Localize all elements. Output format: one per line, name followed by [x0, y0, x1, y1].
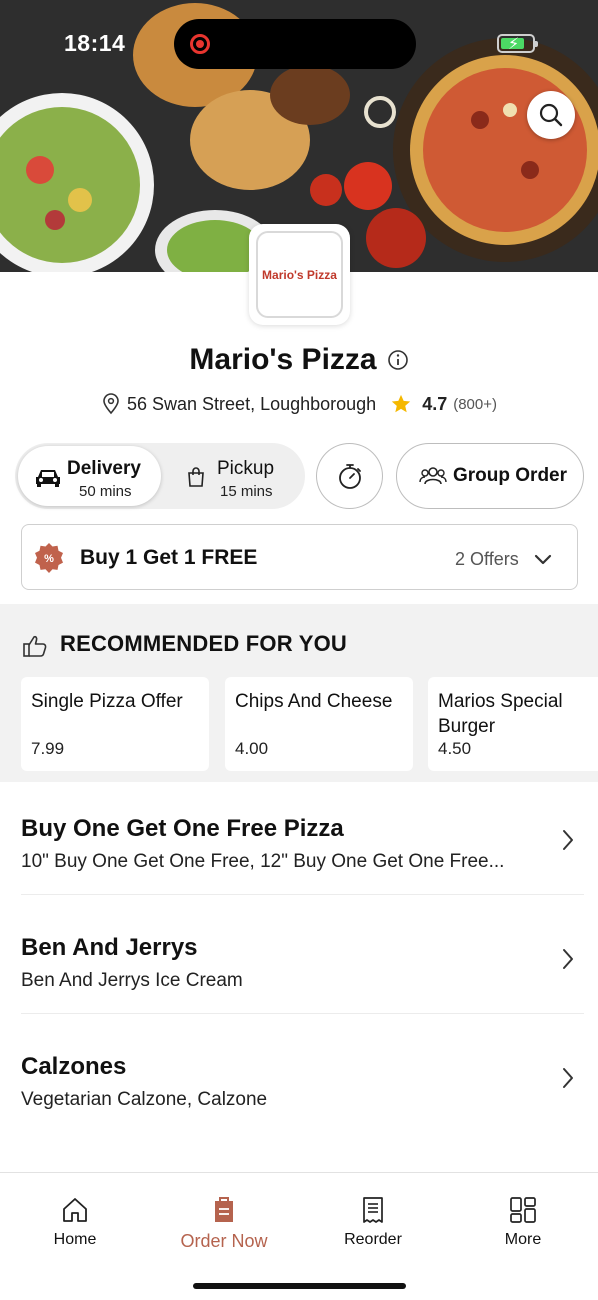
category-subtitle: Ben And Jerrys Ice Cream: [21, 970, 243, 991]
search-icon: [539, 103, 563, 127]
nav-more-label: More: [504, 1231, 542, 1248]
dynamic-island: [174, 19, 416, 69]
recording-icon: [190, 34, 210, 54]
delivery-label: Delivery: [67, 458, 141, 479]
info-icon[interactable]: [387, 349, 409, 371]
group-icon: [419, 467, 447, 485]
receipt-icon: [363, 1197, 383, 1223]
bottom-nav: Home Order Now Reorder More: [0, 1172, 598, 1300]
pickup-label: Pickup: [217, 458, 275, 479]
restaurant-header: Mario's Pizza: [0, 340, 598, 380]
order-mode-toggle: Delivery 50 mins Pickup 15 mins: [15, 443, 305, 509]
recommended-item-price: 4.50: [438, 739, 472, 758]
recommended-item-price: 7.99: [31, 739, 65, 758]
recommended-card[interactable]: Chips And Cheese 4.00: [225, 677, 413, 771]
bag-icon: [188, 467, 204, 487]
group-order-label: Group Order: [453, 465, 568, 486]
star-icon: [392, 394, 411, 413]
pickup-time: 15 mins: [220, 483, 273, 500]
group-order-button[interactable]: Group Order: [396, 443, 584, 509]
category-subtitle: Vegetarian Calzone, Calzone: [21, 1089, 268, 1110]
recommended-card[interactable]: Single Pizza Offer 7.99: [21, 677, 209, 771]
pickup-option[interactable]: Pickup 15 mins: [163, 446, 302, 506]
delivery-time: 50 mins: [79, 483, 132, 500]
stopwatch-icon: [339, 464, 361, 489]
recommended-item-price: 4.00: [235, 739, 269, 758]
chevron-right-icon: [563, 1068, 573, 1088]
restaurant-address: 56 Swan Street, Loughborough: [127, 393, 377, 414]
nav-home[interactable]: Home: [15, 1195, 135, 1265]
rating-value: 4.7: [422, 393, 448, 414]
restaurant-logo: Mario's Pizza: [249, 224, 350, 325]
nav-reorder[interactable]: Reorder: [313, 1195, 433, 1265]
battery-icon: ⚡: [497, 34, 538, 53]
logo-text: Mario's Pizza: [262, 267, 337, 282]
grid-icon: [510, 1197, 536, 1223]
search-button[interactable]: [527, 91, 575, 139]
recommended-heading: RECOMMENDED FOR YOU: [60, 631, 347, 656]
home-indicator: [193, 1283, 406, 1289]
thumbs-up-icon: [23, 635, 47, 657]
status-time: 18:14: [64, 30, 126, 56]
car-icon: [36, 470, 60, 487]
rating-count: (800+): [453, 395, 497, 413]
restaurant-name: Mario's Pizza: [189, 343, 377, 376]
chevron-down-icon: [534, 554, 552, 565]
discount-badge-icon: %: [35, 543, 63, 573]
category-row[interactable]: Ben And Jerrys Ben And Jerrys Ice Cream: [21, 904, 584, 1014]
address-row: 56 Swan Street, Loughborough 4.7 (800+): [0, 390, 598, 418]
recommended-item-name: Single Pizza Offer: [31, 691, 183, 712]
svg-text:%: %: [44, 553, 54, 565]
nav-home-label: Home: [53, 1231, 97, 1248]
offer-count: 2 Offers: [455, 549, 519, 569]
recommended-card[interactable]: Marios Special Burger 4.50: [428, 677, 598, 771]
chevron-right-icon: [563, 830, 573, 850]
category-row[interactable]: Calzones Vegetarian Calzone, Calzone: [21, 1023, 584, 1133]
nav-order-now[interactable]: Order Now: [164, 1195, 284, 1265]
home-icon: [63, 1198, 87, 1222]
chevron-right-icon: [563, 949, 573, 969]
category-title: Calzones: [21, 1053, 127, 1080]
schedule-button[interactable]: [316, 443, 383, 509]
recommended-section: RECOMMENDED FOR YOU Single Pizza Offer 7…: [0, 604, 598, 782]
recommended-item-name: Chips And Cheese: [235, 691, 393, 712]
category-subtitle: 10" Buy One Get One Free, 12" Buy One Ge…: [21, 851, 505, 872]
category-title: Ben And Jerrys: [21, 934, 198, 961]
nav-reorder-label: Reorder: [344, 1231, 402, 1248]
nav-more[interactable]: More: [463, 1195, 583, 1265]
nav-order-now-label: Order Now: [180, 1231, 268, 1251]
category-title: Buy One Get One Free Pizza: [21, 815, 344, 842]
category-row[interactable]: Buy One Get One Free Pizza 10" Buy One G…: [21, 785, 584, 895]
recommended-item-name: Marios Special Burger: [438, 691, 563, 737]
order-icon: [215, 1197, 233, 1222]
offers-bar[interactable]: % Buy 1 Get 1 FREE 2 Offers: [21, 524, 578, 590]
delivery-option[interactable]: Delivery 50 mins: [18, 446, 161, 506]
offer-title: Buy 1 Get 1 FREE: [80, 546, 258, 569]
location-pin-icon: [103, 393, 119, 415]
